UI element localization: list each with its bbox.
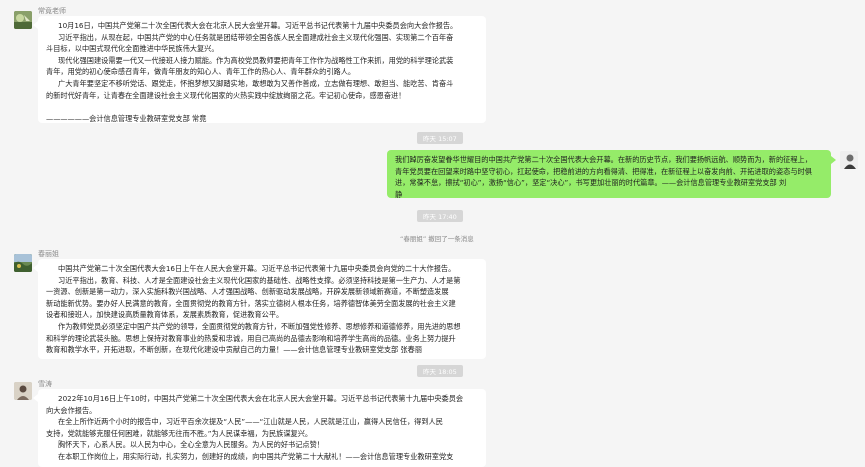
message-line: 我们踔厉奋发望眷华世耀目的中国共产党第二十次全国代表大会开幕。在新的历史节点，我… (395, 155, 812, 164)
avatar[interactable] (14, 11, 32, 29)
message-line: 10月16日，中国共产党第二十次全国代表大会在北京人民大会堂开幕。习近平总书记代… (58, 21, 458, 30)
sender-name: 常竟老师 (38, 7, 66, 15)
timestamp: 昨天 15:07 (417, 132, 463, 144)
message-line: 向大会作报告。 (46, 405, 97, 415)
message-line: 教育和教学水平，开拓进取，不断创新，在现代化建设中贡献自己的力量！——会计信息管… (46, 345, 423, 355)
message-line: 新动能新优势。要办好人民满意的教育，全面贯彻党的教育方针，落实立德树人根本任务，… (46, 298, 456, 308)
bubble-tail (831, 156, 836, 164)
avatar[interactable] (840, 151, 858, 169)
message-line: 设者和接班人，加快建设高质量教育体系，发展素质教育，促进教育公平。 (46, 310, 284, 320)
message-line: 习近平指出，教育、科技、人才是全面建设社会主义现代化国家的基础性、战略性支撑。必… (58, 275, 461, 285)
recall-notice: “春丽姐” 撤回了一条消息 (400, 235, 474, 243)
message-line: 广大青年要坚定不移听党话、跟党走，怀抱梦想又脚踏实地，敢想敢为又善作善成，立志做… (58, 78, 454, 88)
message-line: 和科学的理论武装头脑。思想上保持对教育事业的热爱和忠诚，用自己高尚的品德去影响和… (46, 333, 456, 343)
message-line: 斗目标，以中国式现代化全面推进中华民族伟大复兴。 (46, 44, 219, 54)
message-line: 在全上所作近两个小时的报告中，习近平百余次提及“人民”——“江山就是人民，人民就… (58, 417, 443, 427)
message-line: 进，常葆不怠，擦拭“初心”，激扬“信心”，坚定“决心”，书写更加壮丽的时代篇章。… (395, 178, 787, 188)
message-line: ——————会计信息管理专业教研室党支部 常竟 (46, 113, 207, 123)
message-line: 胸怀天下，心系人民。以人民为中心，全心全意为人民服务。为人民的好书记点赞！ (58, 440, 324, 450)
timestamp: 昨天 17:40 (417, 210, 463, 222)
message-line: 中国共产党第二十次全国代表大会16日上午在人民大会堂开幕。习近平总书记代表第十九… (58, 264, 456, 273)
message-bubble[interactable]: 10月16日，中国共产党第二十次全国代表大会在北京人民大会堂开幕。习近平总书记代… (38, 16, 486, 123)
message-bubble[interactable]: 中国共产党第二十次全国代表大会16日上午在人民大会堂开幕。习近平总书记代表第十九… (38, 259, 486, 359)
message-line: 青年党员要在回望来时路中坚守初心，扛起使命，把稳前进的方向看得清、把得准，在新征… (395, 166, 812, 176)
avatar[interactable] (14, 382, 32, 400)
message-bubble-self[interactable]: 我们踔厉奋发望眷华世耀目的中国共产党第二十次全国代表大会开幕。在新的历史节点，我… (387, 150, 831, 199)
message-line: 支持，党就能够克服任何困难，就能够无往而不胜。”为人民谋幸福，为民族谋复兴。 (46, 428, 313, 438)
message-bubble[interactable]: 2022年10月16日上午10时，中国共产党第二十次全国代表大会在北京人民大会堂… (38, 389, 486, 467)
message-line (46, 101, 478, 113)
sender-name: 春丽姐 (38, 250, 59, 258)
avatar[interactable] (14, 254, 32, 272)
message-line: 2022年10月16日上午10时，中国共产党第二十次全国代表大会在北京人民大会堂… (58, 394, 464, 403)
message-line: 静 (395, 189, 403, 199)
message-line: 青年，用党的初心使命感召青年，做青年朋友的知心人、青年工作的热心人、青年群众的引… (46, 67, 356, 77)
message-line: 一资源、创新是第一动力，深入实施科教兴国战略、人才强国战略、创新驱动发展战略，开… (46, 287, 449, 297)
sender-name: 雪涛 (38, 380, 52, 388)
timestamp: 昨天 18:05 (417, 365, 463, 377)
message-line: 现代化强国建设需要一代又一代接班人接力赋能。作为高校党员教师要把青年工作作为战略… (58, 55, 454, 65)
message-line: 习近平指出，从现在起，中国共产党的中心任务就是团结带领全国各族人民全面建成社会主… (58, 32, 454, 42)
message-line: 的新时代好青年，让青春在全面建设社会主义现代化国家的火热实践中绽放绚丽之花。牢记… (46, 90, 406, 100)
message-line: 作为教师党员必须坚定中国产共产党的领导，全面贯彻党的教育方针，不断加强党性修养、… (58, 321, 461, 331)
